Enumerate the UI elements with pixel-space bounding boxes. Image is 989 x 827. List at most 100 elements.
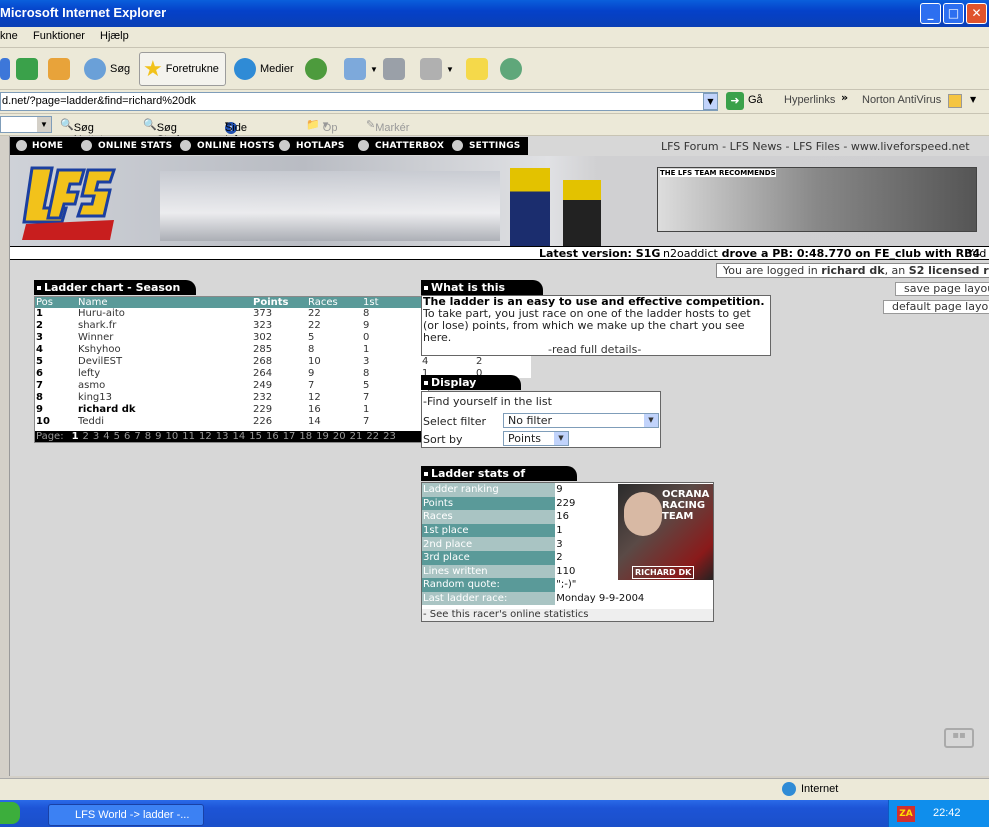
nav-chatterbox[interactable]: CHATTERBOX	[375, 141, 444, 151]
ladder-chart-header[interactable]: Ladder chart - Season one	[34, 280, 196, 309]
search-net-button[interactable]: 🔍 Søg Nettet	[60, 118, 103, 146]
table-row[interactable]: 6 lefty 264 9 8	[35, 368, 428, 380]
address-bar: d.net/?page=ladder&find=richard%20dk ▼ ➜…	[0, 90, 989, 114]
save-layout-button[interactable]: save page layout	[895, 282, 989, 296]
go-button[interactable]: Gå	[748, 94, 763, 106]
page-link[interactable]: 9	[155, 431, 161, 442]
messenger-icon[interactable]	[500, 58, 522, 80]
page-link[interactable]: 19	[316, 431, 329, 442]
page-link[interactable]: 17	[283, 431, 296, 442]
page-link[interactable]: 15	[249, 431, 262, 442]
page-link[interactable]: 1	[72, 431, 79, 442]
stats-label: Points	[422, 496, 556, 511]
nav-online-hosts[interactable]: ONLINE HOSTS	[197, 141, 275, 151]
table-row[interactable]: 5 DevilEST 268 10 3	[35, 356, 428, 368]
page-link[interactable]: 16	[266, 431, 279, 442]
news-item[interactable]: n2oaddict drove a PB: 0:48.770 on FE_clu…	[663, 247, 980, 260]
home-icon[interactable]	[48, 58, 70, 80]
table-row[interactable]: 8 king13 232 12 7	[35, 392, 428, 404]
page-link[interactable]: 18	[299, 431, 312, 442]
side-info-button[interactable]: i Side Info ▾	[225, 118, 247, 146]
favorites-button[interactable]: ★ Foretrukne	[139, 52, 226, 86]
stop-icon[interactable]	[0, 58, 10, 80]
table-row[interactable]: 3 Winner 302 5 0	[35, 332, 428, 344]
chevron-down-icon[interactable]: ▼	[970, 95, 976, 104]
search-box[interactable]: ▼	[0, 116, 52, 133]
table-row[interactable]: 9 richard dk 229 16 1	[35, 404, 428, 416]
page-link[interactable]: 13	[216, 431, 229, 442]
page-link[interactable]: 11	[182, 431, 195, 442]
page-link[interactable]: 20	[333, 431, 346, 442]
links-toolbar[interactable]: Hyperlinks	[784, 94, 835, 106]
stats-label: 3rd place	[422, 550, 556, 565]
sort-select[interactable]: Points ▼	[503, 431, 569, 446]
maximize-button[interactable]: □	[943, 3, 964, 24]
page-link[interactable]: 5	[114, 431, 120, 442]
see-online-statistics-link[interactable]: - See this racer's online statistics	[422, 609, 713, 621]
table-row[interactable]: 4 Kshyhoo 285 8 1	[35, 344, 428, 356]
page-link[interactable]: 14	[232, 431, 245, 442]
page-link[interactable]: 2	[83, 431, 89, 442]
table-cell: 22	[308, 308, 321, 319]
mail-icon[interactable]	[344, 58, 366, 80]
nav-hotlaps[interactable]: HOTLAPS	[296, 141, 345, 151]
filter-select[interactable]: No filter ▼	[503, 413, 659, 428]
menu-item-view[interactable]: kne	[0, 30, 18, 42]
team-recommends-ad[interactable]: THE LFS TEAM RECOMMENDS	[657, 167, 977, 232]
column-races[interactable]: Races	[307, 297, 362, 308]
history-icon[interactable]	[305, 58, 327, 80]
top-links[interactable]: LFS Forum - LFS News - LFS Files - www.l…	[661, 140, 970, 153]
taskbar-window-button[interactable]: LFS World -> ladder -...	[48, 804, 204, 826]
read-full-details-link[interactable]: -read full details-	[548, 344, 641, 356]
nav-home[interactable]: HOME	[32, 141, 63, 151]
find-yourself-link[interactable]: -Find yourself in the list	[423, 395, 552, 408]
close-button[interactable]: ✕	[966, 3, 987, 24]
page-link[interactable]: 3	[93, 431, 99, 442]
norton-icon[interactable]	[948, 94, 962, 108]
table-row[interactable]: 10 Teddi 226 14 7	[35, 416, 428, 428]
page-link[interactable]: 4	[103, 431, 109, 442]
menu-item-tools[interactable]: Funktioner	[33, 30, 85, 42]
chevron-down-icon[interactable]: ▼	[37, 117, 51, 132]
page-link[interactable]: 10	[166, 431, 179, 442]
up-button[interactable]: 📁 Op ▾	[306, 118, 337, 134]
column-first[interactable]: 1st	[362, 297, 428, 308]
display-options-header[interactable]: Display options	[421, 375, 521, 404]
page-link[interactable]: 21	[350, 431, 363, 442]
what-is-ladder-header[interactable]: What is this ladder?	[421, 280, 543, 309]
default-layout-button[interactable]: default page layout	[883, 300, 989, 314]
menu-item-help[interactable]: Hjælp	[100, 30, 129, 42]
nav-settings[interactable]: SETTINGS	[469, 141, 520, 151]
media-button[interactable]: Medier	[234, 52, 294, 86]
table-row[interactable]: 1 Huru-aito 373 22 8	[35, 308, 428, 320]
column-name[interactable]: Name	[77, 297, 252, 308]
page-link[interactable]: 12	[199, 431, 212, 442]
table-row[interactable]: 7 asmo 249 7 5	[35, 380, 428, 392]
mark-button[interactable]: ✎ Markér	[366, 118, 409, 134]
column-pos[interactable]: Pos	[35, 297, 77, 308]
column-points[interactable]: Points	[252, 297, 307, 308]
refresh-icon[interactable]	[16, 58, 38, 80]
zonealarm-icon[interactable]: ZA	[897, 806, 915, 822]
norton-antivirus-toolbar[interactable]: Norton AntiVirus	[862, 94, 941, 106]
page-link[interactable]: 7	[134, 431, 140, 442]
search-site-button[interactable]: 🔍 Søg Sted	[143, 118, 179, 146]
minimize-button[interactable]: _	[920, 3, 941, 24]
page-link[interactable]: 23	[383, 431, 396, 442]
chevron-icon[interactable]: »	[841, 91, 848, 104]
page-link[interactable]: 22	[366, 431, 379, 442]
start-button[interactable]	[0, 802, 20, 824]
page-link[interactable]: 8	[145, 431, 151, 442]
address-dropdown-icon[interactable]: ▼	[703, 93, 718, 110]
search-button[interactable]: Søg	[84, 52, 130, 86]
nav-online-stats[interactable]: ONLINE STATS	[98, 141, 172, 151]
ladder-stats-header[interactable]: Ladder stats of richard dk	[421, 466, 577, 495]
address-input[interactable]: d.net/?page=ladder&find=richard%20dk	[0, 92, 718, 111]
table-row[interactable]: 2 shark.fr 323 22 9	[35, 320, 428, 332]
page-link[interactable]: 6	[124, 431, 130, 442]
print-icon[interactable]	[383, 58, 405, 80]
go-arrow-icon[interactable]: ➜	[726, 92, 744, 110]
discuss-icon[interactable]	[466, 58, 488, 80]
printer-icon[interactable]: ▪▪	[944, 728, 974, 748]
edit-icon[interactable]	[420, 58, 442, 80]
